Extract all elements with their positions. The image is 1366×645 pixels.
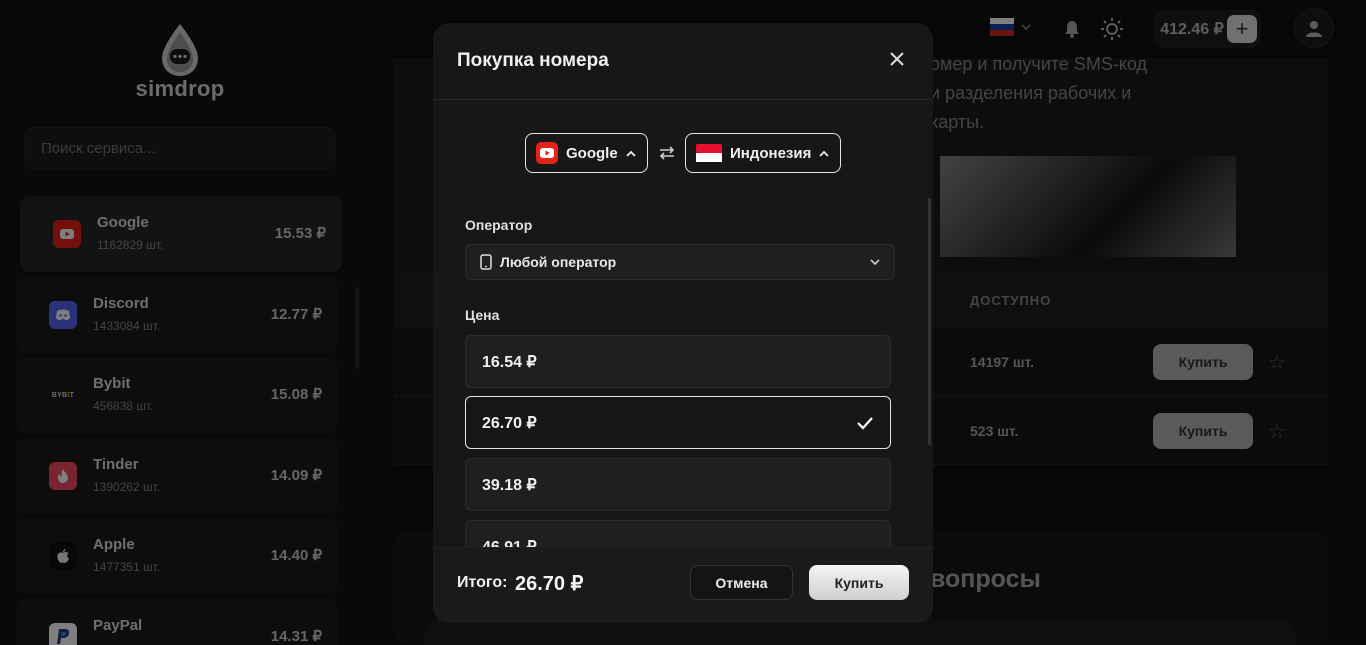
youtube-icon: [536, 142, 558, 164]
app-root: simdrop Поиск сервиса... Google 1162829 …: [0, 0, 1366, 645]
service-selector[interactable]: Google: [525, 133, 648, 173]
modal-scrollbar[interactable]: [928, 198, 931, 445]
operator-label: Оператор: [465, 217, 533, 233]
total-value: 26.70 ₽: [515, 573, 584, 595]
check-icon: [857, 416, 873, 430]
close-icon[interactable]: [887, 49, 907, 69]
swap-icon[interactable]: [657, 143, 677, 163]
cancel-button[interactable]: Отмена: [690, 565, 793, 600]
total-label: Итого:: [457, 574, 508, 591]
country-selector[interactable]: Индонезия: [685, 133, 841, 173]
service-selector-label: Google: [566, 144, 618, 162]
price-option-value: 39.18 ₽: [482, 476, 537, 494]
price-label: Цена: [465, 307, 500, 323]
country-selector-label: Индонезия: [730, 144, 812, 162]
purchase-modal: Покупка номера Google Индонезия Оператор…: [433, 23, 933, 623]
operator-select[interactable]: Любой оператор: [465, 244, 895, 280]
price-option[interactable]: 16.54 ₽: [465, 335, 891, 388]
chevron-up-icon: [819, 150, 829, 157]
price-option[interactable]: 39.18 ₽: [465, 458, 891, 511]
indonesia-flag-icon: [696, 144, 722, 162]
modal-title: Покупка номера: [457, 50, 609, 71]
modal-footer: Итого: 26.70 ₽ Отмена Купить: [433, 547, 933, 623]
price-option-value: 26.70 ₽: [482, 414, 537, 432]
price-option-value: 16.54 ₽: [482, 353, 537, 371]
chevron-down-icon: [870, 258, 880, 265]
buy-button[interactable]: Купить: [809, 565, 909, 600]
phone-icon: [480, 254, 492, 270]
divider: [433, 99, 933, 100]
operator-value: Любой оператор: [500, 254, 617, 270]
chevron-up-icon: [626, 150, 636, 157]
price-option-selected[interactable]: 26.70 ₽: [465, 396, 891, 449]
